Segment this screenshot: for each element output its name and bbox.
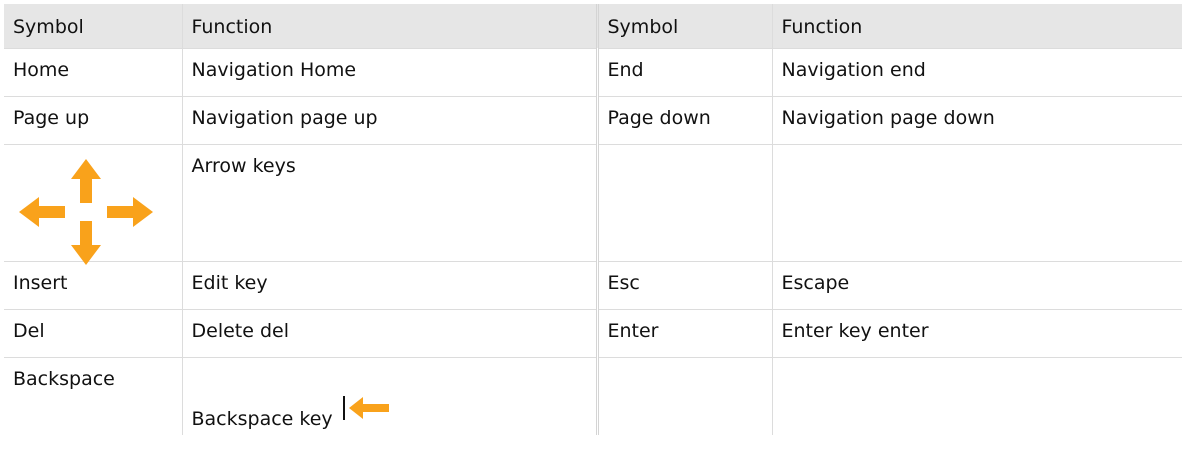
symbol-cell: End <box>595 48 772 97</box>
function-cell: Navigation end <box>771 48 1182 97</box>
function-cell <box>771 357 1182 435</box>
table-header-row: Symbol Function Symbol Function <box>4 4 1182 49</box>
function-cell: Navigation Home <box>181 48 597 97</box>
function-cell: Navigation page down <box>771 96 1182 145</box>
symbol-cell: Backspace <box>13 367 115 390</box>
header-symbol: Symbol <box>595 4 772 49</box>
symbol-cell <box>4 144 182 265</box>
symbol-cell: Esc <box>595 261 772 310</box>
symbol-cell <box>595 357 772 435</box>
function-cell <box>771 144 1182 262</box>
function-cell: Arrow keys <box>181 144 597 262</box>
table-row: Page up Navigation page up Page down Nav… <box>4 96 1182 145</box>
table-row: Insert Edit key Esc Escape <box>4 261 1182 310</box>
symbol-cell: Del <box>4 309 182 358</box>
key-symbol-table: Symbol Function Symbol Function Home Nav… <box>4 4 1182 435</box>
function-cell: Backspace key <box>181 357 597 435</box>
symbol-cell: Page down <box>595 96 772 145</box>
table-row: Home Navigation Home End Navigation end <box>4 48 1182 97</box>
header-symbol: Symbol <box>4 4 182 49</box>
header-function: Function <box>771 4 1182 49</box>
symbol-cell: Enter <box>595 309 772 358</box>
table-row: Backspace Backspace key <box>4 357 1182 435</box>
symbol-cell: Home <box>4 48 182 97</box>
function-cell: Delete del <box>181 309 597 358</box>
header-function: Function <box>181 4 597 49</box>
function-cell: Edit key <box>181 261 597 310</box>
table-row: Del Delete del Enter Enter key enter <box>4 309 1182 358</box>
arrow-keys-icon <box>19 158 153 265</box>
backspace-key-label-group: Backspace key <box>191 395 389 430</box>
function-cell: Escape <box>771 261 1182 310</box>
function-text: Backspace key <box>191 407 333 430</box>
table-row: Arrow keys <box>4 144 1182 265</box>
function-cell: Enter key enter <box>771 309 1182 358</box>
symbol-cell <box>595 144 772 262</box>
backspace-arrow-icon <box>342 395 389 420</box>
symbol-cell: Page up <box>4 96 182 145</box>
function-cell: Navigation page up <box>181 96 597 145</box>
